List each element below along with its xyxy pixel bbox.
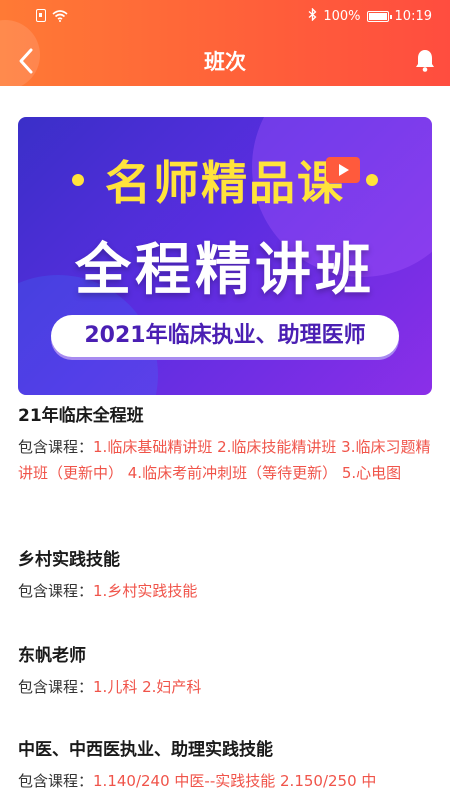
nav-bar: 班次 xyxy=(0,34,450,86)
banner-pill: 2021年临床执业、助理医师 xyxy=(51,315,399,357)
notification-button[interactable] xyxy=(414,48,436,72)
battery-icon xyxy=(366,11,392,22)
course-title: 乡村实践技能 xyxy=(18,550,120,570)
course-item[interactable]: 21年临床全程班 包含课程：1.临床基础精讲班 2.临床技能精讲班 3.临床习题… xyxy=(18,404,438,486)
banner-subheadline: 全程精讲班 xyxy=(75,238,375,303)
course-desc: 包含课程：1.乡村实践技能 xyxy=(18,578,438,604)
course-items: 1.140/240 中医--实践技能 2.150/250 中 xyxy=(93,772,377,790)
course-label: 包含课程： xyxy=(18,772,94,790)
course-item[interactable]: 中医、中西医执业、助理实践技能 包含课程：1.140/240 中医--实践技能 … xyxy=(18,738,438,794)
course-label: 包含课程： xyxy=(18,438,94,456)
course-desc: 包含课程：1.儿科 2.妇产科 xyxy=(18,674,438,700)
battery-percent: 100% xyxy=(323,9,361,24)
course-item[interactable]: 乡村实践技能 包含课程：1.乡村实践技能 xyxy=(18,548,438,604)
course-item[interactable]: 东帆老师 包含课程：1.儿科 2.妇产科 xyxy=(18,644,438,700)
status-right: 100% 10:19 xyxy=(308,7,432,25)
status-bar: 100% 10:19 xyxy=(0,0,450,34)
status-time: 10:19 xyxy=(394,9,432,24)
course-title: 21年临床全程班 xyxy=(18,406,144,426)
course-title: 东帆老师 xyxy=(18,646,86,666)
wifi-icon xyxy=(52,9,68,22)
course-label: 包含课程： xyxy=(18,678,94,696)
course-items: 1.儿科 2.妇产科 xyxy=(93,678,202,696)
app-header: 100% 10:19 班次 xyxy=(0,0,450,86)
banner-headline: 名师精品课 xyxy=(105,156,345,210)
page-title: 班次 xyxy=(204,50,246,74)
course-title: 中医、中西医执业、助理实践技能 xyxy=(18,740,273,760)
status-left xyxy=(36,9,68,22)
bell-icon xyxy=(416,50,434,72)
main-content: 名师精品课 全程精讲班 2021年临床执业、助理医师 21年临床全程班 包含课程… xyxy=(0,86,450,800)
course-label: 包含课程： xyxy=(18,582,94,600)
bluetooth-icon xyxy=(308,7,317,25)
sim-icon xyxy=(36,9,46,22)
promo-banner[interactable]: 名师精品课 全程精讲班 2021年临床执业、助理医师 xyxy=(18,117,432,395)
course-desc: 包含课程：1.140/240 中医--实践技能 2.150/250 中 xyxy=(18,768,438,794)
play-icon xyxy=(326,157,360,183)
course-items: 1.乡村实践技能 xyxy=(93,582,198,600)
course-desc: 包含课程：1.临床基础精讲班 2.临床技能精讲班 3.临床习题精讲班（更新中） … xyxy=(18,434,438,486)
